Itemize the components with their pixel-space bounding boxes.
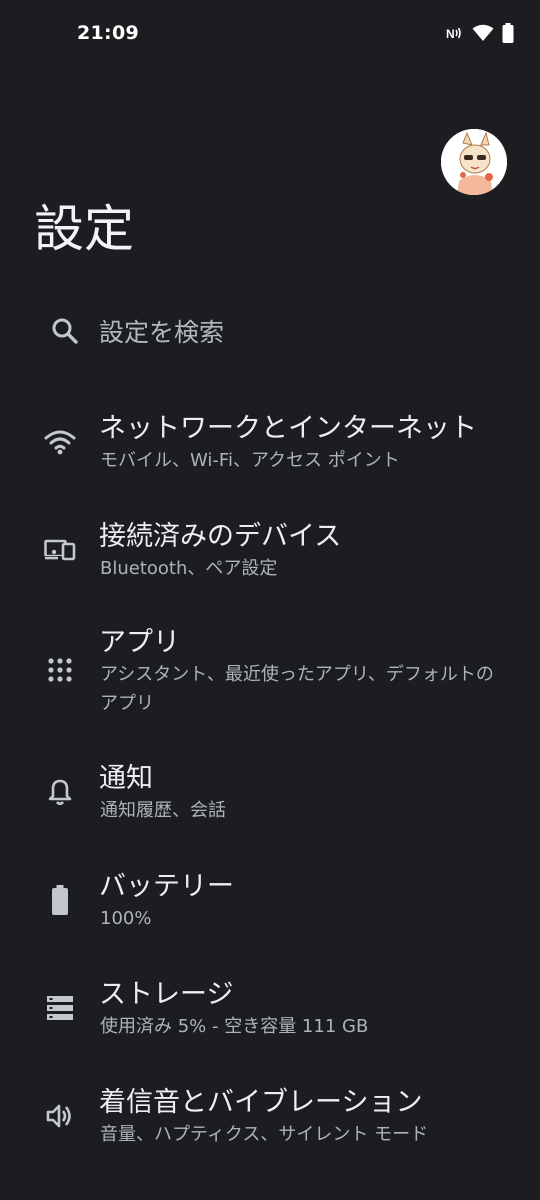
setting-subtitle: Bluetooth、ペア設定 xyxy=(100,558,278,579)
setting-subtitle: 通知履歴、会話 xyxy=(100,800,226,821)
setting-subtitle: 使用済み 5% - 空き容量 111 GB xyxy=(100,1016,369,1037)
svg-text:N: N xyxy=(446,27,455,41)
setting-subtitle: 100% xyxy=(100,908,152,929)
setting-title: 着信音とバイブレーション xyxy=(99,1087,423,1118)
setting-subtitle: 音量、ハプティクス、サイレント モード xyxy=(100,1124,429,1145)
battery-icon xyxy=(42,882,78,918)
setting-network[interactable]: ネットワークとインターネット モバイル、Wi-Fi、アクセス ポイント xyxy=(0,400,540,490)
battery-icon xyxy=(502,23,514,43)
setting-title: 通知 xyxy=(99,763,153,794)
wifi-icon xyxy=(42,424,78,460)
apps-grid-icon xyxy=(42,652,78,688)
storage-icon xyxy=(42,990,78,1026)
status-bar: 21:09 N xyxy=(0,0,540,70)
setting-subtitle: アシスタント、最近使ったアプリ、デフォルトのアプリ xyxy=(100,664,494,714)
setting-battery[interactable]: バッテリー 100% xyxy=(0,860,540,950)
nfc-icon: N xyxy=(446,25,464,41)
search-placeholder: 設定を検索 xyxy=(99,318,225,347)
volume-icon xyxy=(42,1098,78,1134)
bell-icon xyxy=(42,774,78,810)
search-bar[interactable]: 設定を検索 xyxy=(0,296,540,366)
setting-title: バッテリー xyxy=(99,871,234,902)
setting-title: 接続済みのデバイス xyxy=(99,521,342,552)
setting-sound-vibration[interactable]: 着信音とバイブレーション 音量、ハプティクス、サイレント モード xyxy=(0,1076,540,1166)
status-time: 21:09 xyxy=(77,22,139,44)
setting-title: ネットワークとインターネット xyxy=(99,413,477,444)
devices-icon xyxy=(42,532,78,568)
setting-notifications[interactable]: 通知 通知履歴、会話 xyxy=(0,752,540,842)
setting-apps[interactable]: アプリ アシスタント、最近使ったアプリ、デフォルトのアプリ xyxy=(0,616,540,726)
search-icon xyxy=(50,316,80,350)
setting-storage[interactable]: ストレージ 使用済み 5% - 空き容量 111 GB xyxy=(0,968,540,1058)
wifi-icon xyxy=(472,24,494,42)
setting-title: ストレージ xyxy=(99,979,234,1010)
setting-connected-devices[interactable]: 接続済みのデバイス Bluetooth、ペア設定 xyxy=(0,508,540,598)
status-icons: N xyxy=(446,23,514,43)
avatar[interactable] xyxy=(441,129,507,195)
setting-title: アプリ xyxy=(99,627,180,658)
page-title: 設定 xyxy=(34,200,134,258)
setting-subtitle: モバイル、Wi-Fi、アクセス ポイント xyxy=(100,450,400,471)
